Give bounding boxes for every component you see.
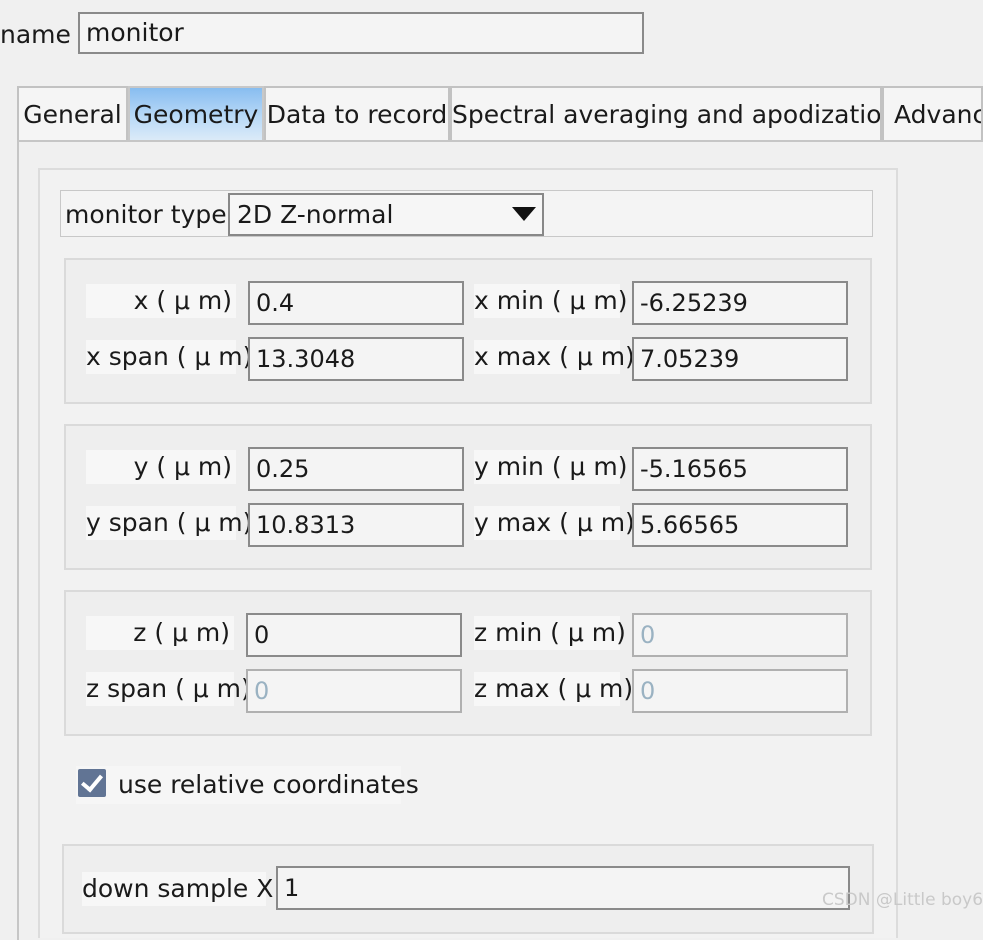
tab-advanced[interactable]: Advance [882, 86, 983, 140]
y-max-label: y max ( μ m) [474, 506, 635, 540]
y-span-field[interactable]: 10.8313 [248, 503, 464, 547]
monitor-type-value: 2D Z-normal [237, 200, 394, 229]
down-sample-x-label: down sample X [82, 872, 273, 906]
monitor-type-label: monitor type [65, 200, 227, 229]
tab-bar: General Geometry Data to record Spectral… [17, 86, 983, 142]
x-label: x ( μ m) [86, 284, 236, 318]
tab-data-to-record[interactable]: Data to record [264, 86, 450, 140]
tab-geometry[interactable]: Geometry [128, 86, 264, 140]
z-label: z ( μ m) [86, 616, 234, 650]
name-input[interactable]: monitor [78, 12, 644, 54]
check-icon [80, 769, 104, 793]
y-label: y ( μ m) [86, 450, 236, 484]
dropdown-arrow-icon [512, 207, 536, 221]
x-span-label: x span ( μ m) [86, 340, 252, 374]
watermark: CSDN @Little boy6 [822, 890, 983, 910]
z-min-label: z min ( μ m) [474, 616, 626, 650]
y-max-field[interactable]: 5.66565 [632, 503, 848, 547]
tab-spectral-averaging[interactable]: Spectral averaging and apodization [450, 86, 882, 140]
z-span-label: z span ( μ m) [86, 672, 251, 706]
y-field[interactable]: 0.25 [248, 447, 464, 491]
x-max-label: x max ( μ m) [474, 340, 635, 374]
z-max-field: 0 [632, 669, 848, 713]
x-min-field[interactable]: -6.25239 [632, 281, 848, 325]
tab-general[interactable]: General [17, 86, 128, 140]
z-max-label: z max ( μ m) [474, 672, 633, 706]
relative-coordinates-label[interactable]: use relative coordinates [118, 768, 419, 802]
x-span-field[interactable]: 13.3048 [248, 337, 464, 381]
z-field[interactable]: 0 [246, 613, 462, 657]
x-field[interactable]: 0.4 [248, 281, 464, 325]
z-group-box [64, 590, 872, 736]
x-group-box [64, 258, 872, 404]
x-max-field[interactable]: 7.05239 [632, 337, 848, 381]
down-sample-x-field[interactable]: 1 [276, 866, 850, 910]
y-min-label: y min ( μ m) [474, 450, 628, 484]
y-min-field[interactable]: -5.16565 [632, 447, 848, 491]
relative-coordinates-checkbox[interactable] [78, 769, 106, 797]
z-span-field: 0 [246, 669, 462, 713]
y-span-label: y span ( μ m) [86, 506, 252, 540]
name-label: name [0, 20, 71, 49]
monitor-type-select[interactable]: 2D Z-normal [228, 193, 544, 236]
z-min-field: 0 [632, 613, 848, 657]
y-group-box [64, 424, 872, 570]
x-min-label: x min ( μ m) [474, 284, 628, 318]
